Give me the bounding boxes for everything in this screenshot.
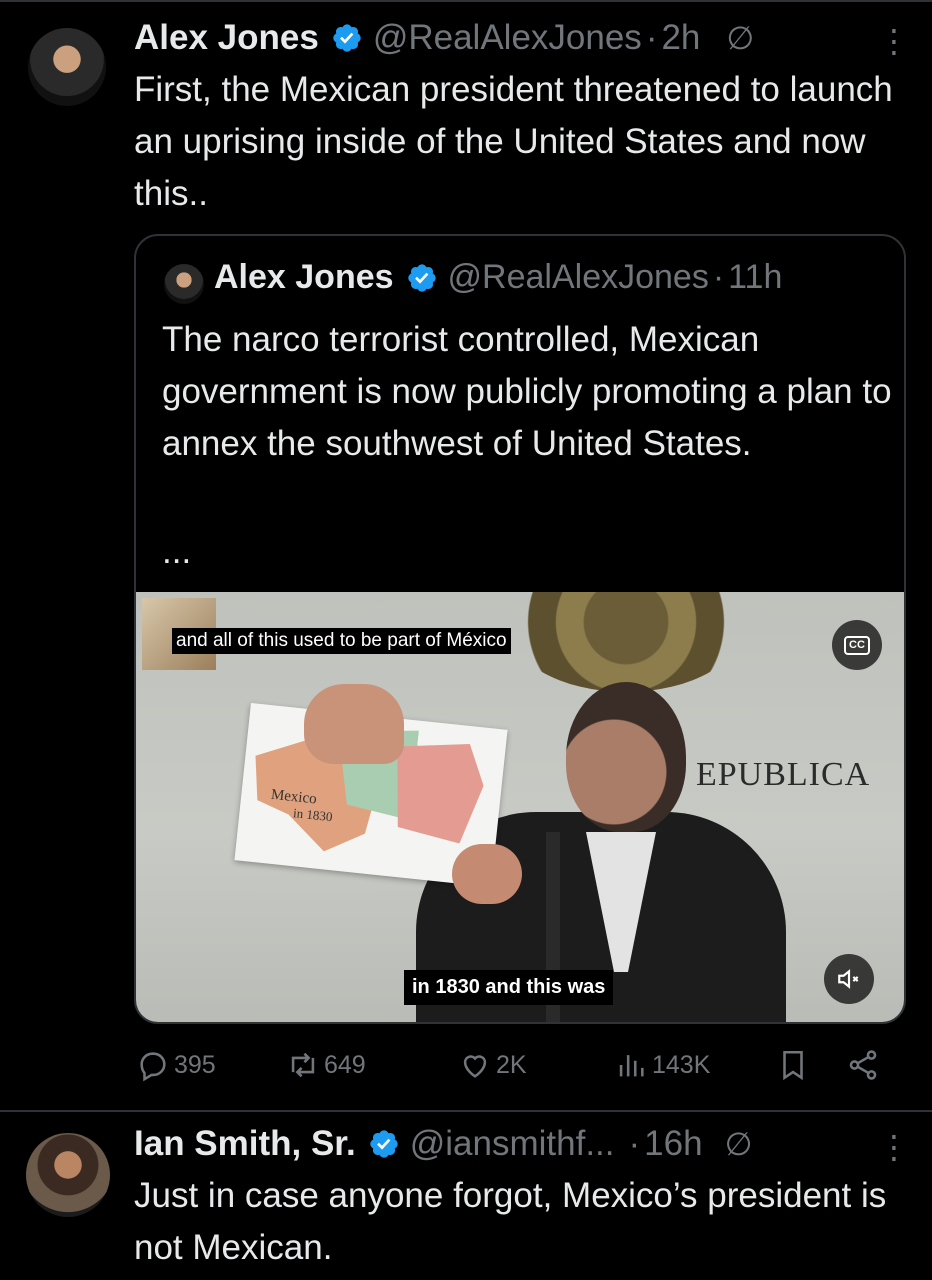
mexican-seal-emblem	[506, 592, 746, 692]
more-options-icon[interactable]: ⋮	[878, 22, 910, 60]
separator-dot: ·	[645, 18, 658, 57]
repost-icon	[291, 1052, 315, 1078]
views-button[interactable]: 143K	[614, 1048, 710, 1082]
hand	[452, 844, 522, 904]
grok-icon[interactable]: ∅	[725, 1125, 753, 1163]
display-name[interactable]: Alex Jones	[134, 18, 319, 58]
quoted-timestamp: 11h	[728, 258, 783, 296]
repost-button[interactable]: 649	[286, 1048, 366, 1082]
display-name[interactable]: Ian Smith, Sr.	[134, 1124, 356, 1164]
quoted-avatar	[164, 264, 204, 304]
video-player[interactable]: EPUBLICA Mexico in 1830 and all of this …	[136, 592, 904, 1022]
verified-badge-icon	[333, 24, 361, 52]
like-button[interactable]: 2K	[458, 1048, 527, 1082]
share-icon	[849, 1050, 877, 1080]
tweet-header: Alex Jones @RealAlexJones · 2h ∅	[134, 18, 754, 58]
bookmark-button[interactable]	[776, 1048, 814, 1082]
grok-icon[interactable]: ∅	[726, 19, 754, 57]
avatar[interactable]	[26, 1133, 110, 1217]
top-divider	[0, 0, 932, 2]
reply-button[interactable]: 395	[136, 1048, 216, 1082]
avatar[interactable]	[28, 28, 106, 106]
cc-icon: CC	[844, 635, 870, 655]
handle[interactable]: @RealAlexJones	[373, 18, 642, 58]
tweet-text: Just in case anyone forgot, Mexico’s pre…	[134, 1176, 887, 1267]
closed-captions-button[interactable]: CC	[832, 620, 882, 670]
tweet-actions: 395 649 2K 143K	[136, 1048, 896, 1088]
views-chart-icon	[619, 1055, 644, 1077]
verified-badge-icon	[407, 263, 436, 292]
reply-icon	[140, 1052, 166, 1082]
hand	[304, 684, 404, 764]
repost-count: 649	[324, 1050, 366, 1079]
timestamp[interactable]: 16h	[644, 1124, 702, 1164]
quoted-handle: @RealAlexJones	[447, 258, 709, 296]
verified-badge-icon	[370, 1130, 398, 1158]
handle[interactable]: @iansmithf...	[410, 1124, 615, 1164]
tweet-header: Ian Smith, Sr. @iansmithf... · 16h ∅	[134, 1124, 752, 1164]
tweet-text: First, the Mexican president threatened …	[134, 70, 893, 213]
quoted-tweet-text: The narco terrorist controlled, Mexican …	[162, 320, 892, 463]
separator-dot: ·	[712, 258, 725, 296]
quoted-tweet-card[interactable]: Alex Jones @RealAlexJones · 11h The narc…	[134, 234, 906, 1024]
caption-top: and all of this used to be part of Méxic…	[172, 628, 511, 654]
mute-button[interactable]	[824, 954, 874, 1004]
quoted-display-name: Alex Jones	[214, 258, 394, 296]
tweet-divider	[0, 1110, 932, 1112]
caption-bottom: in 1830 and this was	[404, 970, 614, 1005]
quoted-tweet-header: Alex Jones @RealAlexJones · 11h	[214, 258, 782, 297]
like-count: 2K	[496, 1050, 527, 1079]
bookmark-icon	[783, 1050, 803, 1081]
timestamp[interactable]: 2h	[661, 18, 700, 58]
share-button[interactable]	[846, 1048, 884, 1082]
reply-count: 395	[174, 1050, 216, 1079]
show-more-ellipsis[interactable]: ...	[162, 532, 191, 572]
heart-icon	[463, 1055, 487, 1078]
map-label: Mexico in 1830	[270, 786, 334, 825]
separator-dot: ·	[628, 1124, 641, 1163]
view-count: 143K	[652, 1050, 711, 1079]
speaker-muted-icon	[838, 969, 859, 989]
more-options-icon[interactable]: ⋮	[878, 1128, 910, 1166]
